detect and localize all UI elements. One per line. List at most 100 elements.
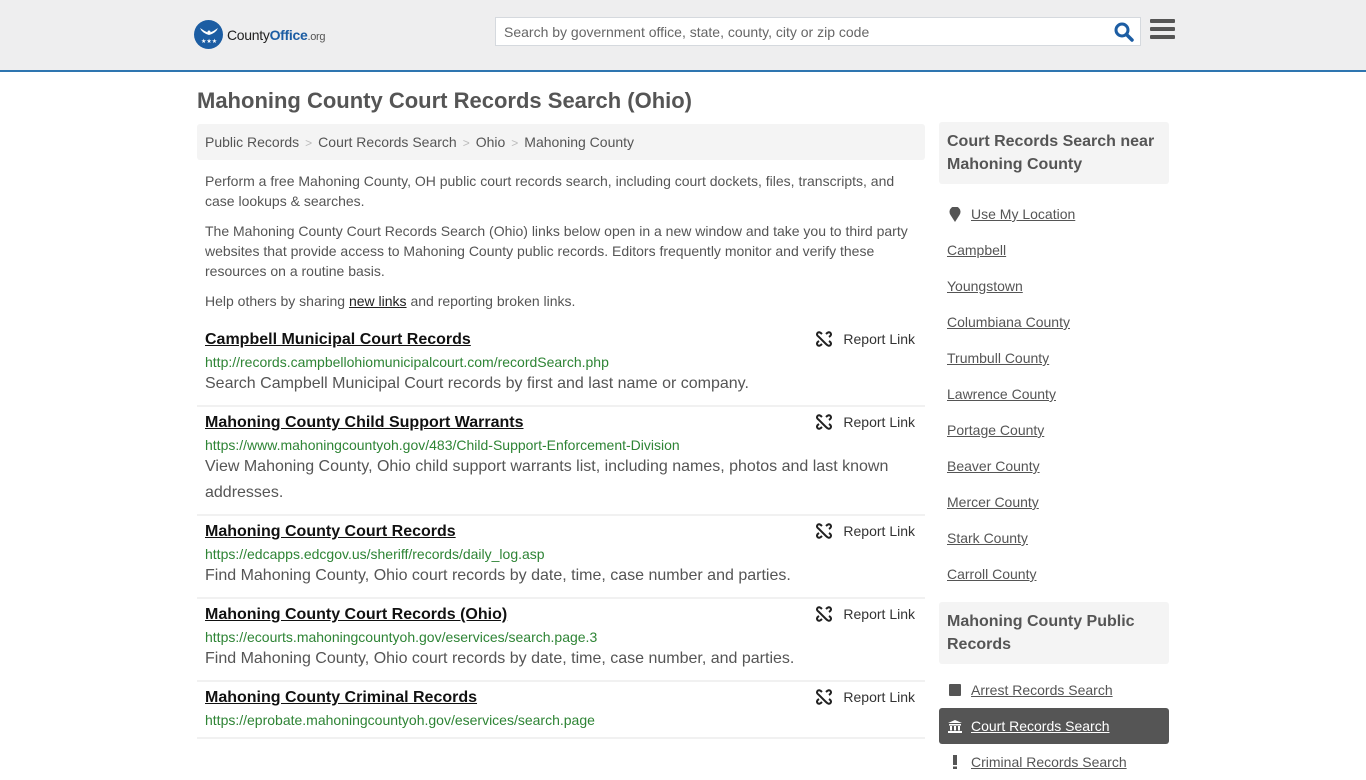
- main-content: Public Records > Court Records Search > Ohio…: [197, 124, 925, 739]
- search-input[interactable]: [496, 18, 1106, 45]
- breadcrumb-separator: >: [462, 136, 470, 150]
- report-link-label: Report Link: [843, 689, 915, 705]
- public-records-item-active: Court Records Search: [939, 708, 1169, 744]
- public-records-list: Arrest Records Search Court Records Sear…: [939, 664, 1169, 780]
- map-marker-icon: [947, 206, 963, 222]
- nearby-link[interactable]: Beaver County: [947, 458, 1040, 474]
- hamburger-menu-icon: [1150, 19, 1175, 23]
- courthouse-icon: [947, 719, 963, 733]
- nearby-item: Columbiana County: [947, 304, 1161, 340]
- share-paragraph: Help others by sharing new links and rep…: [205, 291, 917, 311]
- breadcrumb-separator: >: [511, 136, 519, 150]
- nearby-link[interactable]: Campbell: [947, 242, 1006, 258]
- result-item: Mahoning County Court Records Report Lin…: [197, 516, 925, 599]
- result-title-link[interactable]: Mahoning County Court Records: [205, 522, 456, 542]
- report-link-button[interactable]: Report Link: [816, 414, 915, 430]
- nearby-link[interactable]: Mercer County: [947, 494, 1039, 510]
- nearby-link[interactable]: Carroll County: [947, 566, 1036, 582]
- report-link-button[interactable]: Report Link: [816, 689, 915, 705]
- breadcrumb-separator: >: [305, 136, 313, 150]
- court-records-link[interactable]: Court Records Search: [971, 718, 1110, 734]
- arrest-records-link[interactable]: Arrest Records Search: [971, 682, 1113, 698]
- nearby-link[interactable]: Trumbull County: [947, 350, 1049, 366]
- use-my-location-item: Use My Location: [947, 196, 1161, 232]
- report-link-button[interactable]: Report Link: [816, 523, 915, 539]
- breadcrumb-ohio[interactable]: Ohio: [476, 134, 506, 150]
- hamburger-bar: [1150, 35, 1175, 39]
- use-my-location-link[interactable]: Use My Location: [971, 206, 1075, 222]
- result-title-link[interactable]: Mahoning County Court Records (Ohio): [205, 605, 507, 625]
- nearby-item: Mercer County: [947, 484, 1161, 520]
- sidebar: Court Records Search near Mahoning Count…: [939, 122, 1169, 780]
- nearby-heading: Court Records Search near Mahoning Count…: [939, 122, 1169, 184]
- result-title-link[interactable]: Mahoning County Child Support Warrants: [205, 413, 524, 433]
- report-link-label: Report Link: [843, 414, 915, 430]
- hamburger-bar: [1150, 27, 1175, 31]
- report-link-label: Report Link: [843, 331, 915, 347]
- intro-paragraph: Perform a free Mahoning County, OH publi…: [205, 173, 895, 209]
- result-title-link[interactable]: Campbell Municipal Court Records: [205, 330, 471, 350]
- nearby-item: Portage County: [947, 412, 1161, 448]
- public-records-item: Arrest Records Search: [939, 672, 1169, 708]
- share-text: and reporting broken links.: [406, 293, 576, 309]
- result-description: Find Mahoning County, Ohio court records…: [205, 567, 791, 584]
- nearby-item: Carroll County: [947, 556, 1161, 592]
- broken-link-icon: [816, 689, 833, 705]
- nearby-link[interactable]: Portage County: [947, 422, 1044, 438]
- result-url: https://ecourts.mahoningcountyoh.gov/ese…: [205, 629, 598, 645]
- result-item: Campbell Municipal Court Records Report …: [197, 324, 925, 407]
- new-links-link[interactable]: new links: [349, 293, 407, 309]
- breadcrumb-public-records[interactable]: Public Records: [205, 134, 299, 150]
- exclamation-icon: [947, 755, 963, 769]
- report-link-label: Report Link: [843, 606, 915, 622]
- result-item: Mahoning County Child Support Warrants R…: [197, 407, 925, 516]
- result-description: View Mahoning County, Ohio child support…: [205, 458, 889, 501]
- report-link-button[interactable]: Report Link: [816, 331, 915, 347]
- share-text: Help others by sharing: [205, 293, 349, 309]
- page-title: Mahoning County Court Records Search (Oh…: [197, 88, 693, 113]
- site-search: [495, 17, 1141, 46]
- nearby-link[interactable]: Youngstown: [947, 278, 1023, 294]
- result-url: https://www.mahoningcountyoh.gov/483/Chi…: [205, 437, 680, 453]
- result-title-link[interactable]: Mahoning County Criminal Records: [205, 688, 477, 708]
- broken-link-icon: [816, 606, 833, 622]
- broken-link-icon: [816, 523, 833, 539]
- svg-text:★★★: ★★★: [201, 38, 217, 45]
- result-item: Mahoning County Court Records (Ohio) Rep…: [197, 599, 925, 682]
- result-description: Find Mahoning County, Ohio court records…: [205, 650, 795, 667]
- result-item: Mahoning County Criminal Records Report …: [197, 682, 925, 739]
- nearby-item: Trumbull County: [947, 340, 1161, 376]
- nearby-link[interactable]: Lawrence County: [947, 386, 1056, 402]
- nearby-item: Campbell: [947, 232, 1161, 268]
- site-header: ★★★ CountyOffice.org: [0, 0, 1366, 72]
- search-icon: [1114, 22, 1134, 42]
- square-icon: [947, 684, 963, 696]
- intro-paragraph: The Mahoning County Court Records Search…: [205, 223, 908, 279]
- public-records-item: Criminal Records Search: [939, 744, 1169, 780]
- nearby-link[interactable]: Columbiana County: [947, 314, 1070, 330]
- breadcrumb: Public Records > Court Records Search > Ohio…: [197, 124, 925, 160]
- nearby-item: Lawrence County: [947, 376, 1161, 412]
- broken-link-icon: [816, 331, 833, 347]
- report-link-label: Report Link: [843, 523, 915, 539]
- logo-text: CountyOffice.org: [227, 26, 326, 43]
- result-description: Search Campbell Municipal Court records …: [205, 375, 749, 392]
- eagle-logo-icon: ★★★: [194, 20, 223, 49]
- results-list: Campbell Municipal Court Records Report …: [197, 324, 925, 739]
- site-logo[interactable]: ★★★ CountyOffice.org: [194, 20, 326, 49]
- broken-link-icon: [816, 414, 833, 430]
- nearby-list: Use My Location Campbell Youngstown Colu…: [939, 184, 1169, 602]
- breadcrumb-mahoning-county[interactable]: Mahoning County: [524, 134, 634, 150]
- nearby-item: Youngstown: [947, 268, 1161, 304]
- result-url: https://eprobate.mahoningcountyoh.gov/es…: [205, 712, 595, 728]
- nearby-item: Stark County: [947, 520, 1161, 556]
- result-url: https://edcapps.edcgov.us/sheriff/record…: [205, 546, 545, 562]
- intro-text: Perform a free Mahoning County, OH publi…: [197, 171, 925, 311]
- search-button[interactable]: [1113, 21, 1135, 43]
- nearby-link[interactable]: Stark County: [947, 530, 1028, 546]
- public-records-heading: Mahoning County Public Records: [939, 602, 1169, 664]
- result-url: http://records.campbellohiomunicipalcour…: [205, 354, 609, 370]
- report-link-button[interactable]: Report Link: [816, 606, 915, 622]
- hamburger-menu-button[interactable]: [1150, 19, 1175, 41]
- breadcrumb-court-records-search[interactable]: Court Records Search: [318, 134, 457, 150]
